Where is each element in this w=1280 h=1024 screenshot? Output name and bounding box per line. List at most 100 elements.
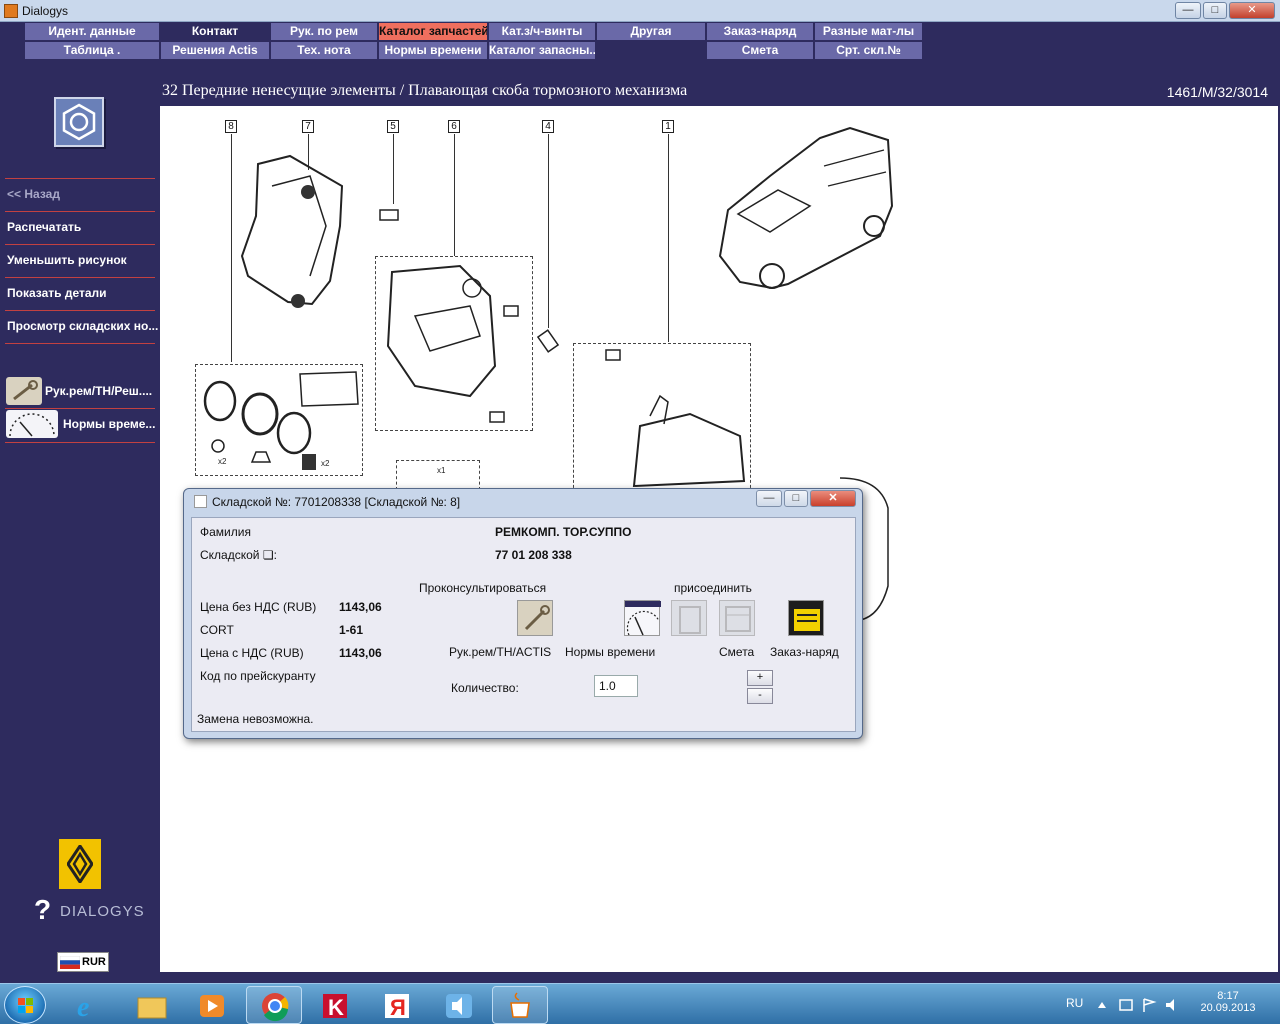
start-button[interactable]	[4, 986, 46, 1024]
work-order-icon	[794, 609, 820, 631]
yandex-taskbar-button[interactable]: Я	[370, 986, 426, 1024]
cort-value: 1-61	[339, 623, 364, 637]
menu-contact[interactable]: Контакт	[161, 23, 269, 40]
clock-icon	[6, 410, 58, 438]
tray-icons	[1098, 998, 1174, 1012]
quantity-label: x2	[218, 457, 227, 466]
part-info-dialog: Складской №: 7701208338 [Складской №: 8]…	[183, 488, 863, 739]
dialog-maximize-button[interactable]: □	[784, 490, 808, 507]
status-message: Замена невозможна.	[197, 712, 314, 726]
attach-heading: присоединить	[674, 581, 752, 595]
quantity-decrement-button[interactable]: -	[747, 688, 773, 704]
sidebar-item-print[interactable]: Распечатать	[7, 220, 81, 234]
family-label: Фамилия	[200, 525, 251, 539]
menu-repair-manual[interactable]: Рук. по рем	[271, 23, 377, 40]
quantity-input[interactable]: 1.0	[594, 675, 638, 697]
sidebar-item-zoom-out[interactable]: Уменьшить рисунок	[7, 253, 127, 267]
ie-taskbar-button[interactable]: e	[60, 986, 116, 1024]
sidebar-tool-repair-manual[interactable]: Рук.рем/TH/Реш....	[6, 377, 156, 405]
menu-misc-materials[interactable]: Разные мат-лы	[815, 23, 922, 40]
price-vat-value: 1143,06	[339, 646, 382, 660]
menu-ident-data[interactable]: Идент. данные	[25, 23, 159, 40]
sidebar-divider	[5, 343, 155, 344]
time-norms-button[interactable]	[624, 600, 661, 636]
sidebar-item-show-details[interactable]: Показать детали	[7, 286, 107, 300]
page-title: 32 Передние ненесущие элементы / Плавающ…	[162, 82, 688, 99]
network-icon	[1119, 999, 1133, 1011]
window-title: Dialogys	[22, 4, 69, 18]
menu-tech-note[interactable]: Тех. нота	[271, 42, 377, 59]
nut-logo-icon	[54, 97, 104, 147]
price-vat-label: Цена с НДС (RUB)	[200, 646, 304, 660]
quantity-label: Количество:	[451, 681, 519, 695]
java-cup-icon	[510, 992, 530, 1018]
currency-code: RUR	[82, 956, 106, 968]
internet-explorer-icon: e	[77, 992, 89, 1023]
sidebar-tool-time-norms[interactable]: Нормы време...	[6, 410, 156, 438]
calculator-icon	[725, 606, 751, 632]
quantity-increment-button[interactable]: +	[747, 670, 773, 686]
speaker-icon	[446, 994, 472, 1018]
work-order-button[interactable]	[788, 600, 824, 636]
sidebar-tool-label: Рук.рем/TH/Реш....	[45, 384, 153, 398]
svg-text:e: e	[77, 992, 89, 1023]
clock-date: 20.09.2013	[1200, 1002, 1256, 1014]
part-number-value: 77 01 208 338	[495, 548, 572, 562]
volume-icon	[1166, 999, 1174, 1011]
yandex-icon: Я	[385, 994, 409, 1020]
part-number-label: Складской ❏:	[200, 548, 277, 562]
cort-label: CORT	[200, 623, 234, 637]
folder-icon	[137, 997, 167, 1019]
pricelist-code-label: Код по прейскуранту	[200, 669, 316, 683]
kaspersky-taskbar-button[interactable]: K	[308, 986, 364, 1024]
consult-heading: Проконсультироваться	[419, 581, 547, 595]
sidebar-divider	[5, 442, 155, 443]
back-link[interactable]: << Назад	[7, 187, 60, 201]
taskbar: e K Я RU 8:17 20.09.2013	[0, 983, 1280, 1024]
quantity-label: x2	[321, 459, 330, 468]
maximize-button[interactable]: □	[1203, 2, 1227, 19]
flag-icon	[1143, 998, 1157, 1012]
page-code: 1461/M/32/3014	[1166, 84, 1268, 100]
app-icon	[4, 4, 18, 18]
windows-logo-icon	[18, 998, 33, 1013]
menu-actis-solutions[interactable]: Решения Actis	[161, 42, 269, 59]
menu-work-order[interactable]: Заказ-наряд	[707, 23, 813, 40]
dialog-minimize-button[interactable]: —	[756, 490, 782, 507]
work-order-label: Заказ-наряд	[770, 645, 839, 659]
svg-text:K: K	[328, 995, 344, 1020]
media-player-taskbar-button[interactable]	[186, 986, 242, 1024]
explorer-taskbar-button[interactable]	[124, 986, 180, 1024]
currency-selector[interactable]: RUR	[57, 952, 109, 972]
menu-stock-number[interactable]: Срт. скл.№	[815, 42, 922, 59]
menu-screws-catalog[interactable]: Кат.з/ч-винты	[489, 23, 595, 40]
attach-disabled-button[interactable]	[671, 600, 707, 636]
close-button[interactable]: ✕	[1229, 2, 1275, 19]
audio-taskbar-button[interactable]	[432, 986, 488, 1024]
price-net-label: Цена без НДС (RUB)	[200, 600, 317, 614]
menu-estimate[interactable]: Смета	[707, 42, 813, 59]
sidebar-divider	[5, 211, 155, 212]
price-net-value: 1143,06	[339, 600, 382, 614]
family-value: РЕМКОМП. ТОР.СУППО	[495, 525, 632, 539]
java-taskbar-button[interactable]	[492, 986, 548, 1024]
language-indicator[interactable]: RU	[1066, 996, 1083, 1010]
dialog-title: Складской №: 7701208338 [Складской №: 8]	[212, 495, 461, 509]
kaspersky-icon: K	[323, 994, 347, 1020]
chrome-taskbar-button[interactable]	[246, 986, 302, 1024]
clock-icon	[625, 601, 661, 636]
dialog-close-button[interactable]: ✕	[810, 490, 856, 507]
clock[interactable]: 8:17 20.09.2013	[1196, 990, 1260, 1014]
menu-table[interactable]: Таблица .	[25, 42, 159, 59]
sidebar-item-stock-numbers[interactable]: Просмотр складских но...	[7, 319, 158, 333]
menu-other[interactable]: Другая	[597, 23, 705, 40]
estimate-button[interactable]	[719, 600, 755, 636]
menu-spare-catalog[interactable]: Каталог запасны...	[489, 42, 595, 59]
wrench-icon	[6, 377, 42, 405]
repair-manual-button[interactable]	[517, 600, 553, 636]
menu-time-norms[interactable]: Нормы времени	[379, 42, 487, 59]
menu-parts-catalog[interactable]: Каталог запчастей	[379, 23, 487, 40]
sidebar-divider	[5, 310, 155, 311]
minimize-button[interactable]: —	[1175, 2, 1201, 19]
quantity-label: x1	[437, 466, 446, 475]
